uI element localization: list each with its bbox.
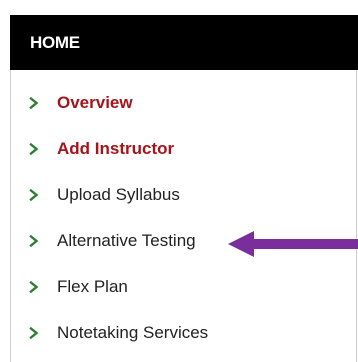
nav-item-flex-plan[interactable]: Flex Plan [11, 264, 356, 310]
menu-header-title: HOME [30, 32, 80, 52]
arrow-left-icon [228, 231, 358, 257]
nav-item-upload-syllabus[interactable]: Upload Syllabus [11, 172, 356, 218]
nav-item-label[interactable]: Flex Plan [57, 277, 128, 297]
menu-right-border [356, 70, 357, 362]
menu-header: HOME [10, 15, 358, 70]
nav-item-label[interactable]: Overview [57, 93, 133, 113]
nav-item-label[interactable]: Notetaking Services [57, 323, 208, 343]
chevron-right-icon [29, 97, 57, 109]
nav-item-notetaking-services[interactable]: Notetaking Services [11, 310, 356, 356]
chevron-right-icon [29, 235, 57, 247]
nav-list: Overview Add Instructor Upload Syllabus … [11, 80, 356, 356]
nav-item-label[interactable]: Upload Syllabus [57, 185, 180, 205]
chevron-right-icon [29, 327, 57, 339]
chevron-right-icon [29, 189, 57, 201]
chevron-right-icon [29, 281, 57, 293]
nav-item-overview[interactable]: Overview [11, 80, 356, 126]
chevron-right-icon [29, 143, 57, 155]
sidebar-menu-frame: HOME Overview Add Instructor Upload Syll… [0, 0, 358, 362]
nav-item-add-instructor[interactable]: Add Instructor [11, 126, 356, 172]
nav-item-label[interactable]: Alternative Testing [57, 231, 196, 251]
nav-item-label[interactable]: Add Instructor [57, 139, 174, 159]
